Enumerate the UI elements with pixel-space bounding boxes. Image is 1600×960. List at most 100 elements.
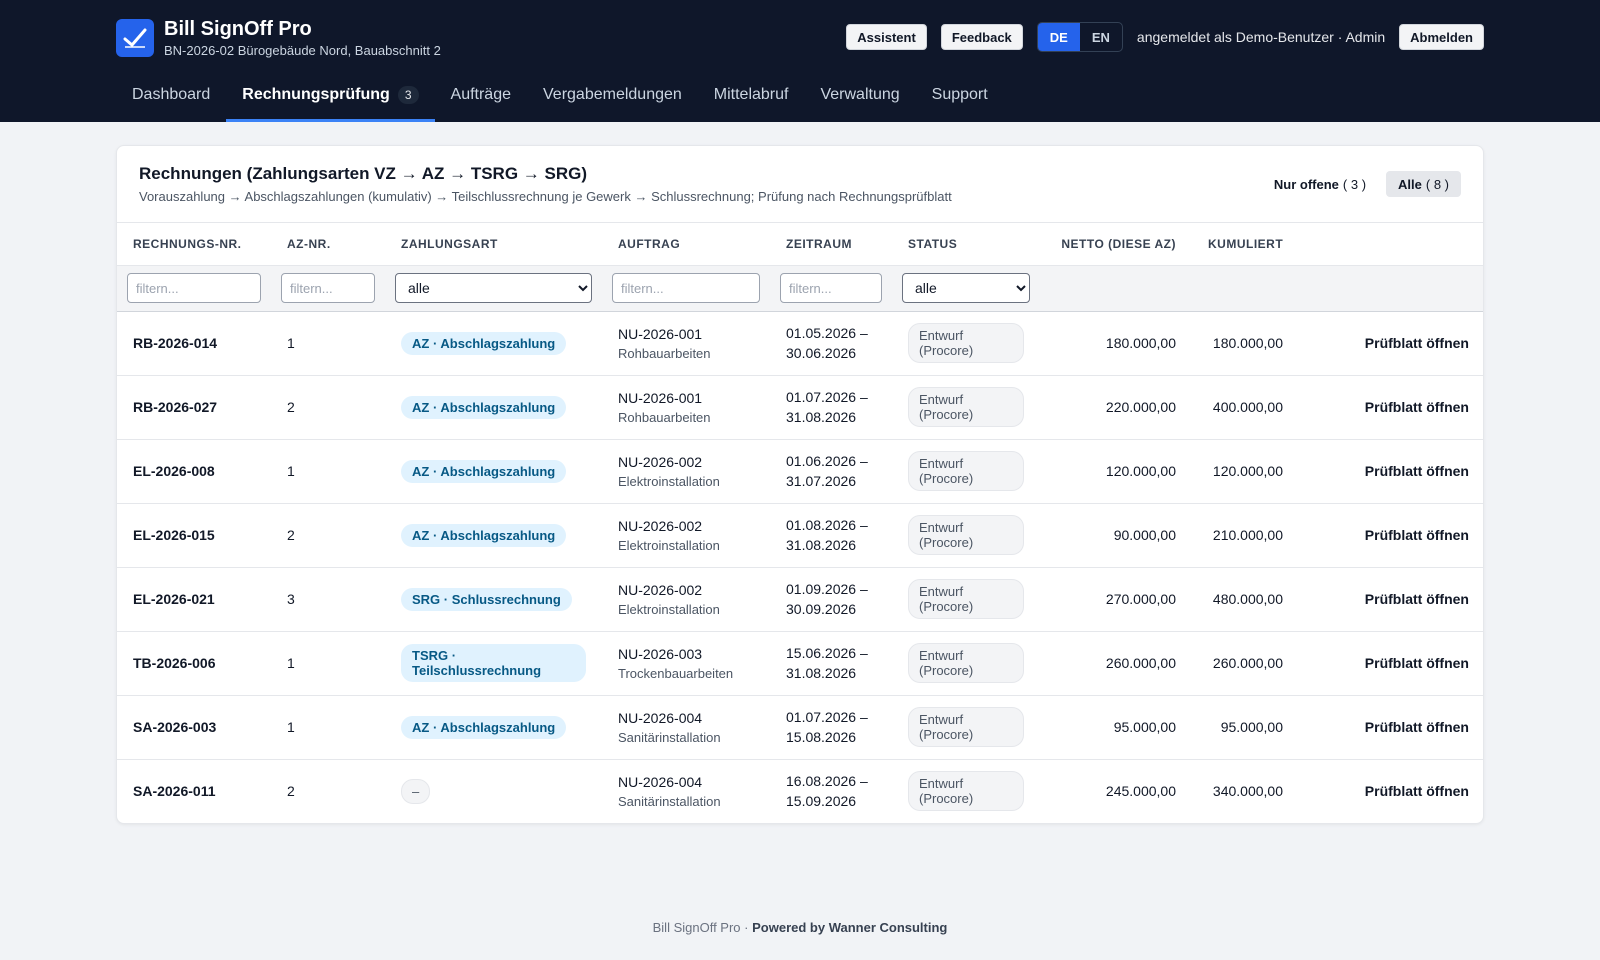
invoices-card: Rechnungen (Zahlungsarten VZ → AZ → TSRG… <box>116 145 1484 824</box>
period-end: 31.08.2026 <box>786 537 857 553</box>
invoice-number: SA-2026-011 <box>133 783 216 800</box>
az-number: 2 <box>271 375 385 440</box>
filter-zahlungsart-select[interactable]: alle <box>395 273 592 303</box>
nav-label: Rechnungsprüfung <box>242 85 390 103</box>
invoice-number: RB-2026-014 <box>117 311 271 376</box>
invoice-number: TB-2026-006 <box>117 631 271 696</box>
period-end: 31.08.2026 <box>786 409 857 425</box>
invoice-number: SA-2026-003 <box>117 695 271 760</box>
nav-badge: 3 <box>397 85 419 104</box>
lang-de-button[interactable]: DE <box>1037 23 1080 51</box>
open-checksheet-link[interactable]: Prüfblatt öffnen <box>1299 439 1483 504</box>
net-amount: 95.000,00 <box>1040 695 1192 760</box>
filter-open-button[interactable]: Nur offene( 3 ) <box>1262 171 1378 197</box>
logout-button[interactable]: Abmelden <box>1399 24 1484 50</box>
nav-mittelabruf[interactable]: Mittelabruf <box>698 70 805 122</box>
net-amount: 120.000,00 <box>1040 439 1192 504</box>
period-end: 15.08.2026 <box>786 729 857 745</box>
table-row[interactable]: SA-2026-003 1 AZ · Abschlagszahlung NU-2026… <box>117 695 1483 760</box>
filter-count: ( 8 ) <box>1425 176 1449 192</box>
az-number: 1 <box>271 439 385 504</box>
nav-label: Dashboard <box>132 85 211 103</box>
nav-label: Vergabemeldungen <box>543 85 682 103</box>
nav-vergabemeldungen[interactable]: Vergabemeldungen <box>527 70 698 122</box>
az-number: 3 <box>271 567 385 632</box>
filter-az-nr-input[interactable] <box>281 273 375 303</box>
lang-en-button[interactable]: EN <box>1080 23 1122 51</box>
col-rechnungs-nr[interactable]: Rechnungs-Nr. <box>117 223 271 265</box>
nav-auftraege[interactable]: Aufträge <box>435 70 527 122</box>
payment-type-badge: AZ · Abschlagszahlung <box>401 523 567 547</box>
table-row[interactable]: EL-2026-021 3 SRG · Schlussrechnung NU-2026… <box>117 567 1483 632</box>
net-amount: 90.000,00 <box>1040 503 1192 568</box>
filter-all-button[interactable]: Alle( 8 ) <box>1386 171 1461 197</box>
payment-type-badge: AZ · Abschlagszahlung <box>401 459 567 483</box>
cumulative-amount: 340.000,00 <box>1212 783 1283 800</box>
table-row[interactable]: RB-2026-027 2 AZ · Abschlagszahlung NU-2026… <box>117 375 1483 440</box>
feedback-button[interactable]: Feedback <box>940 24 1023 50</box>
filter-label: Alle <box>1398 176 1422 192</box>
status-badge: Entwurf (Procore) <box>908 579 1024 619</box>
cumulative-amount: 210.000,00 <box>1192 503 1299 568</box>
nav-verwaltung[interactable]: Verwaltung <box>804 70 915 122</box>
cumulative-amount: 95.000,00 <box>1192 695 1299 760</box>
az-number: 1 <box>271 631 385 696</box>
order-number: NU-2026-002 <box>618 581 703 598</box>
col-az-nr[interactable]: AZ-Nr. <box>271 223 385 265</box>
order-number: NU-2026-004 <box>618 709 703 726</box>
assistant-button[interactable]: Assistent <box>846 24 927 50</box>
status-badge: Entwurf (Procore) <box>908 515 1024 555</box>
payment-type-badge: SRG · Schlussrechnung <box>401 587 572 611</box>
trade-name: Elektroinstallation <box>618 473 720 489</box>
status-badge: Entwurf (Procore) <box>908 643 1024 683</box>
filter-status-select[interactable]: alle <box>902 273 1030 303</box>
nav-dashboard[interactable]: Dashboard <box>116 70 226 122</box>
trade-name: Elektroinstallation <box>618 601 720 617</box>
payment-type-badge: AZ · Abschlagszahlung <box>401 715 567 739</box>
net-amount: 260.000,00 <box>1040 631 1192 696</box>
filter-label: Nur offene <box>1273 176 1339 192</box>
filter-rechnungs-nr-input[interactable] <box>127 273 261 303</box>
table-row[interactable]: EL-2026-015 2 AZ · Abschlagszahlung NU-2026… <box>117 503 1483 568</box>
net-amount: 180.000,00 <box>1040 311 1192 376</box>
col-zeitraum[interactable]: Zeitraum <box>770 223 892 265</box>
period-start: 15.06.2026 – <box>786 645 868 661</box>
open-checksheet-link[interactable]: Prüfblatt öffnen <box>1299 631 1483 696</box>
trade-name: Trockenbauarbeiten <box>618 665 734 681</box>
az-number: 2 <box>271 503 385 568</box>
open-checksheet-link[interactable]: Prüfblatt öffnen <box>1299 695 1483 760</box>
nav-rechnungspruefung[interactable]: Rechnungsprüfung 3 <box>226 70 435 122</box>
nav-support[interactable]: Support <box>916 70 1004 122</box>
az-number: 2 <box>287 783 295 800</box>
brand: Bill SignOff Pro BN-2026-02 Bürogebäude … <box>116 18 441 58</box>
trade-name: Rohbauarbeiten <box>618 345 711 361</box>
nav-label: Verwaltung <box>820 85 900 103</box>
net-amount: 245.000,00 <box>1105 783 1176 800</box>
table-row[interactable]: SA-2026-011 2 – NU-2026-004 Sanitärinstallat… <box>117 759 1483 823</box>
period-start: 01.05.2026 – <box>786 325 868 341</box>
order-number: NU-2026-003 <box>618 645 703 662</box>
table-row[interactable]: RB-2026-014 1 AZ · Abschlagszahlung NU-2026… <box>117 311 1483 376</box>
az-number: 1 <box>271 695 385 760</box>
status-badge: Entwurf (Procore) <box>908 771 1024 812</box>
col-netto[interactable]: Netto (diese AZ) <box>1040 223 1192 265</box>
open-checksheet-link[interactable]: Prüfblatt öffnen <box>1299 503 1483 568</box>
filter-count: ( 3 ) <box>1342 176 1367 192</box>
payment-type-badge: – <box>401 778 431 804</box>
period-start: 01.07.2026 – <box>786 389 868 405</box>
open-checksheet-link[interactable]: Prüfblatt öffnen <box>1299 375 1483 440</box>
open-checksheet-link[interactable]: Prüfblatt öffnen <box>1299 567 1483 632</box>
filter-auftrag-input[interactable] <box>612 273 760 303</box>
period-start: 01.07.2026 – <box>786 709 868 725</box>
col-zahlungsart[interactable]: Zahlungsart <box>385 223 602 265</box>
filter-zeitraum-input[interactable] <box>780 273 882 303</box>
cumulative-amount: 120.000,00 <box>1192 439 1299 504</box>
open-checksheet-link[interactable]: Prüfblatt öffnen <box>1299 759 1483 823</box>
table-row[interactable]: TB-2026-006 1 TSRG · Teilschlussrechnung NU… <box>117 631 1483 696</box>
app-title: Bill SignOff Pro <box>164 18 312 40</box>
open-checksheet-link[interactable]: Prüfblatt öffnen <box>1299 311 1483 376</box>
table-row[interactable]: EL-2026-008 1 AZ · Abschlagszahlung NU-2026… <box>117 439 1483 504</box>
col-status[interactable]: Status <box>892 223 1040 265</box>
col-auftrag[interactable]: Auftrag <box>602 223 770 265</box>
col-kumuliert[interactable]: Kumuliert <box>1192 223 1299 265</box>
